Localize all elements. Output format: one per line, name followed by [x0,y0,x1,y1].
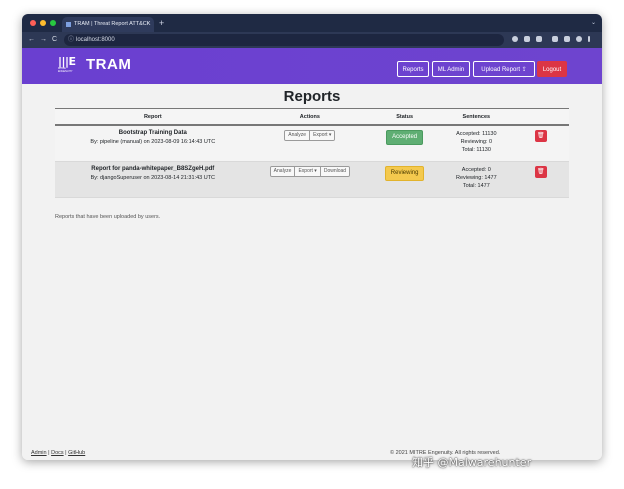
reports-table: Report Actions Status Sentences Bootstra… [55,108,569,198]
sentences-cell: Accepted: 0 Reviewing: 1477 Total: 1477 [440,161,513,198]
main-content: Reports Report Actions Status Sentences … [22,84,602,460]
trash-icon: 🗑 [536,133,545,139]
page-title: Reports [283,88,341,105]
upload-report-button[interactable]: Upload Report ⇪ [473,61,535,77]
column-header: Actions [250,108,370,126]
total-count: Total: 1477 [462,183,490,189]
github-link[interactable]: GitHub [68,450,85,456]
footer-links: Admin | Docs | GitHub [31,450,85,456]
docs-link[interactable]: Docs [51,450,64,456]
export-dropdown-button[interactable]: Export ▾ [295,167,321,176]
actions-button-group: Analyze Export ▾ Download [269,166,351,177]
accepted-count: Accepted: 11130 [456,131,497,137]
footer-separator: | [65,450,67,456]
report-byline: By: pipeline (manual) on 2023-08-09 16:1… [90,139,216,145]
kebab-menu-icon[interactable] [588,36,590,42]
sentences-cell: Accepted: 11130 Reviewing: 0 Total: 1113… [440,125,513,162]
mitre-logo-icon: |||E [58,55,76,68]
reviewing-count: Reviewing: 1477 [455,175,497,181]
profile-icon[interactable] [576,36,582,42]
table-row: Report for panda-whitepaper_B8SZgeH.pdf … [55,161,569,198]
forward-button[interactable]: → [40,34,47,46]
window-controls [30,20,56,26]
maximize-window-button[interactable] [50,20,56,26]
sidebar-icon[interactable] [564,36,570,42]
tab-close-icon[interactable]: × [146,17,150,32]
admin-link[interactable]: Admin [31,450,47,456]
reload-button[interactable]: C [52,34,57,46]
table-row: Bootstrap Training Data By: pipeline (ma… [55,125,569,162]
delete-cell: 🗑 [512,125,569,162]
report-cell: Bootstrap Training Data By: pipeline (ma… [55,125,251,162]
share-icon[interactable] [524,36,530,42]
table-caption: Reports that have been uploaded by users… [55,214,161,220]
logout-button[interactable]: Logout [537,61,567,77]
reviewing-count: Reviewing: 0 [460,139,493,145]
extension-icon[interactable] [512,36,518,42]
footer-separator: | [48,450,50,456]
column-header: Report [55,108,251,126]
tab-bar: TRAM | Threat Report ATT&CK × + ⌄ [22,14,602,32]
tab-title: TRAM | Threat Report ATT&CK [74,21,151,27]
report-name-link[interactable]: Bootstrap Training Data [56,130,250,136]
analyze-button[interactable]: Analyze [285,131,311,140]
status-cell: Reviewing [369,161,441,198]
puzzle-icon[interactable] [552,36,558,42]
column-header-delete [512,108,569,126]
address-bar: ← → C ⓘ localhost:8000 [22,32,602,48]
url-text: localhost:8000 [76,37,115,43]
browser-tab[interactable]: TRAM | Threat Report ATT&CK × [62,17,154,32]
report-cell: Report for panda-whitepaper_B8SZgeH.pdf … [55,161,251,198]
accepted-count: Accepted: 0 [461,167,491,173]
analyze-button[interactable]: Analyze [270,167,296,176]
bookmark-star-icon[interactable] [536,36,542,42]
report-name-link[interactable]: Report for panda-whitepaper_B8SZgeH.pdf [56,166,250,172]
export-dropdown-button[interactable]: Export ▾ [310,131,335,140]
download-button[interactable]: Download [320,167,350,176]
url-input[interactable]: ⓘ localhost:8000 [64,34,504,46]
delete-button[interactable]: 🗑 [534,130,547,142]
upload-label: Upload Report [481,67,520,73]
close-window-button[interactable] [30,20,36,26]
browser-window: TRAM | Threat Report ATT&CK × + ⌄ ← → C … [22,14,602,460]
status-cell: Accepted [369,125,441,162]
actions-cell: Analyze Export ▾ [250,125,370,162]
app-navbar: |||E MITRE ENGENUITY TRAM Reports ML Adm… [22,48,602,84]
total-count: Total: 11130 [461,147,491,153]
status-badge: Reviewing [384,166,425,181]
delete-button[interactable]: 🗑 [534,166,547,178]
actions-cell: Analyze Export ▾ Download [250,161,370,198]
column-header: Status [369,108,441,126]
trash-icon: 🗑 [536,169,545,175]
brand-title[interactable]: TRAM [86,56,131,73]
column-header: Sentences [440,108,513,126]
mitre-logo: |||E MITRE ENGENUITY [58,56,80,74]
back-button[interactable]: ← [28,34,35,46]
chevron-down-icon[interactable]: ⌄ [591,17,596,29]
watermark: 知乎 @Malwarehunter [412,456,532,469]
favicon-icon [66,22,71,27]
reports-button[interactable]: Reports [397,61,429,77]
info-icon[interactable]: ⓘ [68,34,74,46]
minimize-window-button[interactable] [40,20,46,26]
upload-icon: ⇪ [521,67,527,73]
ml-admin-button[interactable]: ML Admin [432,61,470,77]
new-tab-button[interactable]: + [159,17,164,29]
delete-cell: 🗑 [512,161,569,198]
actions-button-group: Analyze Export ▾ [284,130,336,141]
status-badge: Accepted [386,130,424,145]
report-byline: By: djangoSuperuser on 2023-08-14 21:31:… [90,175,216,181]
table-header: Report Actions Status Sentences [55,108,569,126]
